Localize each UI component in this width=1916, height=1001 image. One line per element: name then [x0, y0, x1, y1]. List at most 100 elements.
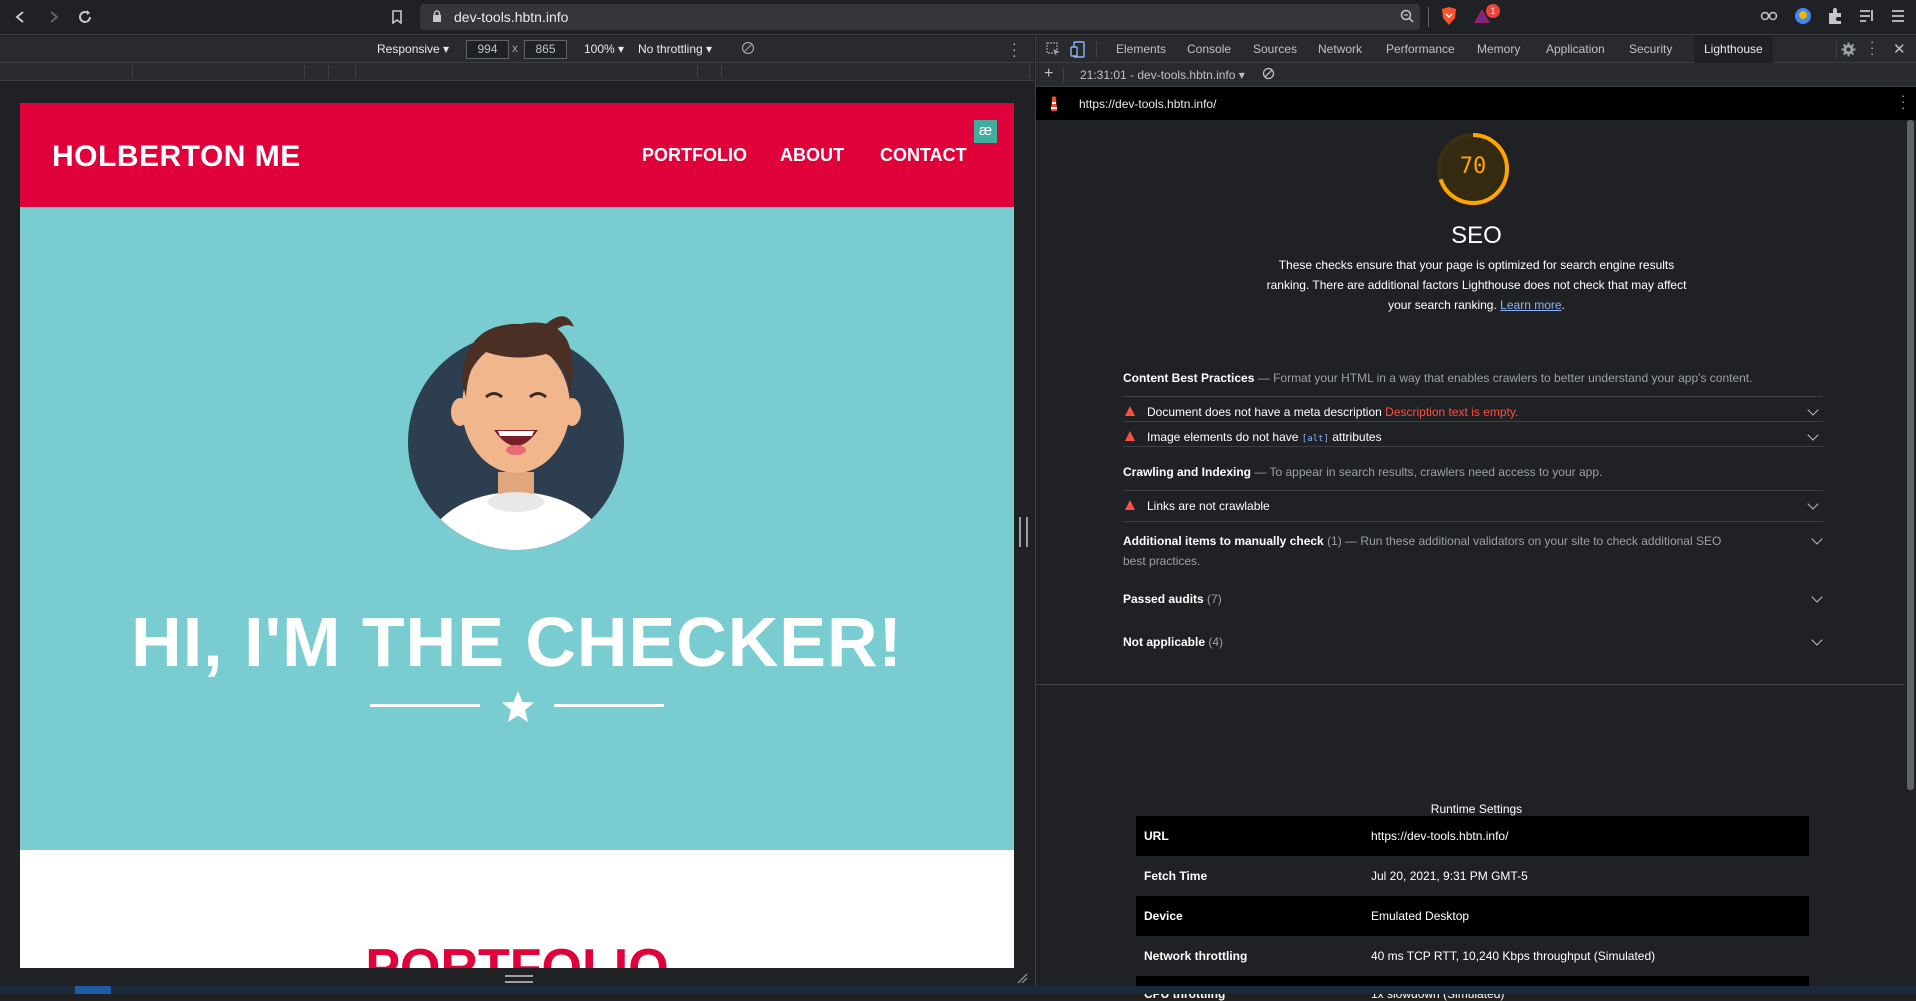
zoom-label: 100%: [584, 42, 615, 56]
group-divider: [1123, 521, 1823, 522]
not-applicable-header[interactable]: Not applicable (4): [1123, 632, 1823, 652]
tab-application[interactable]: Application: [1546, 42, 1605, 56]
learn-more-link[interactable]: Learn more: [1500, 298, 1561, 312]
group-count: (4): [1208, 635, 1224, 649]
group-dash: —: [1345, 534, 1358, 548]
taskbar-active-item[interactable]: [75, 986, 111, 994]
group-dash: —: [1254, 465, 1267, 479]
tab-elements[interactable]: Elements: [1116, 42, 1166, 56]
passed-audits-header[interactable]: Passed audits (7): [1123, 589, 1823, 609]
tab-sources[interactable]: Sources: [1253, 42, 1297, 56]
manual-check-header[interactable]: Additional items to manually check (1) —…: [1123, 531, 1733, 571]
report-select[interactable]: 21:31:01 - dev-tools.hbtn.info ▾: [1080, 68, 1245, 82]
extensions-icon[interactable]: [1826, 7, 1844, 30]
audit-title: Document does not have a meta descriptio…: [1147, 405, 1382, 419]
menu-icon[interactable]: [1890, 8, 1906, 29]
extension-badge[interactable]: æ: [974, 120, 997, 143]
reader-icon[interactable]: [1760, 8, 1778, 29]
fail-icon: [1125, 431, 1135, 441]
hero-section: HI, I'M THE CHECKER!: [20, 207, 1014, 850]
lighthouse-logo-icon: [1048, 96, 1060, 115]
inspect-element-icon[interactable]: [1046, 42, 1061, 62]
tab-console[interactable]: Console: [1187, 42, 1231, 56]
media-query-ruler: [0, 63, 1034, 81]
device-mode-select[interactable]: Responsive ▾: [377, 42, 449, 56]
tab-security[interactable]: Security: [1629, 42, 1672, 56]
devtools-more-icon[interactable]: · · ·: [1870, 35, 1874, 60]
runtime-value: https://dev-tools.hbtn.info/: [1371, 829, 1509, 843]
seo-category-title: SEO: [1451, 222, 1502, 249]
toolbar-divider: [1428, 7, 1429, 27]
seo-description-text: These checks ensure that your page is op…: [1266, 258, 1687, 312]
close-devtools-icon[interactable]: ✕: [1893, 40, 1906, 58]
divider-right: [554, 704, 664, 707]
new-report-icon[interactable]: +: [1044, 65, 1053, 83]
nav-about[interactable]: ABOUT: [780, 145, 844, 166]
device-toolbar: Responsive ▾ 994 x 865 100% ▾ No throttl…: [0, 36, 1034, 63]
runtime-key: URL: [1144, 829, 1169, 843]
hero-title: HI, I'M THE CHECKER!: [131, 603, 903, 681]
report-url-bar: https://dev-tools.hbtn.info/ · · ·: [1036, 87, 1916, 120]
lock-icon: [432, 10, 442, 28]
site-brand[interactable]: HOLBERTON ME: [52, 140, 301, 174]
tab-performance[interactable]: Performance: [1386, 42, 1455, 56]
devtools-panel: Elements Console Sources Network Perform…: [1035, 35, 1916, 1001]
nav-contact[interactable]: CONTACT: [880, 145, 967, 166]
zoom-icon[interactable]: [1400, 9, 1414, 28]
viewport-width-input[interactable]: 994: [466, 40, 509, 59]
tab-divider-right: [1836, 41, 1837, 58]
forward-icon[interactable]: [42, 6, 64, 28]
star-icon: [502, 691, 534, 722]
clear-reports-icon[interactable]: [1262, 67, 1275, 83]
throttling-label: No throttling: [638, 42, 703, 56]
group-title: Passed audits: [1123, 592, 1204, 606]
settings-gear-icon[interactable]: [1841, 42, 1856, 62]
back-icon[interactable]: [10, 6, 32, 28]
group-title: Not applicable: [1123, 635, 1206, 649]
devtools-tabbar: Elements Console Sources Network Perform…: [1036, 35, 1916, 63]
group-desc: Format your HTML in a way that enables c…: [1273, 371, 1753, 385]
runtime-value: Emulated Desktop: [1371, 909, 1470, 923]
corner-resize-icon[interactable]: [1016, 972, 1028, 984]
viewport-bottom-resize-handle[interactable]: [505, 975, 533, 983]
runtime-key: Fetch Time: [1144, 869, 1208, 883]
nav-portfolio[interactable]: PORTFOLIO: [642, 145, 747, 166]
seo-score-value: 70: [1459, 154, 1487, 179]
report-more-icon[interactable]: · · ·: [1901, 89, 1905, 114]
group-desc: To appear in search results, crawlers ne…: [1269, 465, 1603, 479]
chevron-down-icon[interactable]: [1811, 533, 1823, 545]
zoom-select[interactable]: 100% ▾: [584, 42, 624, 56]
report-url[interactable]: https://dev-tools.hbtn.info/: [1079, 97, 1216, 111]
audit-links-crawlable[interactable]: Links are not crawlable: [1123, 490, 1823, 521]
section-divider: [1036, 684, 1905, 685]
chevron-down-icon[interactable]: [1807, 404, 1819, 416]
device-more-icon[interactable]: · · ·: [1012, 36, 1017, 62]
tab-lighthouse[interactable]: Lighthouse: [1694, 36, 1773, 63]
tab-memory[interactable]: Memory: [1477, 42, 1520, 56]
lighthouse-toolbar: + 21:31:01 - dev-tools.hbtn.info ▾: [1036, 63, 1916, 87]
profile-avatar-icon[interactable]: [1794, 7, 1812, 30]
url-text[interactable]: dev-tools.hbtn.info: [454, 9, 568, 25]
viewport-resize-handle[interactable]: [1019, 517, 1028, 547]
audit-image-alt[interactable]: Image elements do not have [alt] attribu…: [1123, 421, 1823, 452]
viewport-height-input[interactable]: 865: [524, 40, 567, 59]
report-scrollbar-thumb[interactable]: [1907, 120, 1914, 790]
throttling-select[interactable]: No throttling ▾: [638, 42, 712, 56]
dimension-separator: x: [512, 41, 518, 55]
tab-network[interactable]: Network: [1318, 42, 1362, 56]
runtime-row: Fetch Time Jul 20, 2021, 9:31 PM GMT-5: [1136, 856, 1809, 896]
chevron-down-icon[interactable]: [1807, 429, 1819, 441]
bookmark-icon[interactable]: [386, 6, 408, 28]
device-toggle-icon[interactable]: [1070, 41, 1086, 63]
group-divider: [1123, 446, 1823, 447]
brave-shield-icon[interactable]: [1440, 6, 1458, 31]
reload-icon[interactable]: [74, 6, 96, 28]
alt-code: [alt]: [1301, 434, 1329, 444]
rotate-icon[interactable]: [741, 41, 755, 58]
site-header: HOLBERTON ME PORTFOLIO ABOUT CONTACT æ: [20, 103, 1014, 207]
address-bar[interactable]: dev-tools.hbtn.info: [420, 4, 1420, 30]
chevron-down-icon[interactable]: [1807, 498, 1819, 510]
device-mode-label: Responsive: [377, 42, 440, 56]
playlist-icon[interactable]: [1858, 8, 1876, 29]
runtime-settings-title: Runtime Settings: [1430, 802, 1523, 816]
